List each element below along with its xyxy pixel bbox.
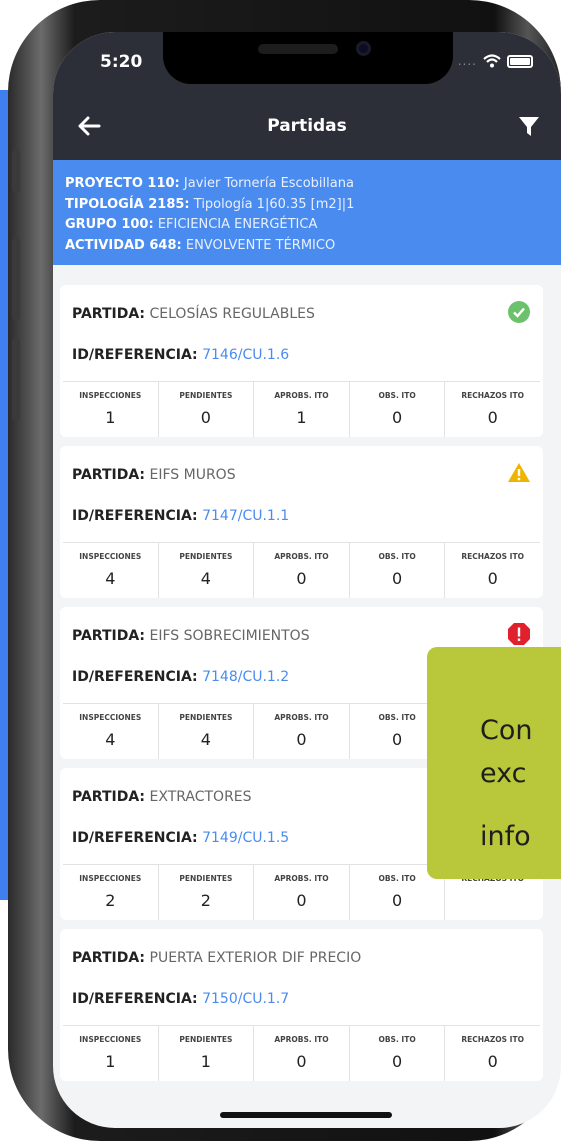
stat-cell: INSPECCIONES 4: [79, 713, 142, 749]
stat-cell: OBS. ITO 0: [348, 543, 445, 598]
home-indicator[interactable]: [220, 1112, 392, 1118]
stat-cell: RECHAZOS ITO 0: [444, 543, 540, 598]
partida-line: PARTIDA: EIFS SOBRECIMIENTOS: [72, 628, 310, 644]
stat-cell: INSPECCIONES 1: [79, 391, 142, 427]
stat-cell: OBS. ITO 0: [348, 382, 445, 437]
partida-line: PARTIDA: EXTRACTORES: [72, 789, 252, 805]
partida-line: PARTIDA: PUERTA EXTERIOR DIF PRECIO: [72, 950, 362, 966]
project-header: PROYECTO 110: Javier Tornería Escobillan…: [53, 160, 561, 265]
stat-cell: PENDIENTES 1: [157, 1026, 254, 1081]
camera: [356, 41, 371, 56]
stats-row: INSPECCIONES 4 PENDIENTES 4 APROBS. ITO 0 O…: [63, 542, 540, 598]
reference-line: ID/REFERENCIA: 7150/CU.1.7: [72, 991, 290, 1007]
wifi-icon: [483, 54, 501, 68]
callout-line: exc: [480, 758, 527, 789]
callout-line: info: [480, 821, 531, 852]
partida-card[interactable]: PARTIDA: PUERTA EXTERIOR DIF PRECIO ID/R…: [60, 929, 543, 1081]
reference-line: ID/REFERENCIA: 7148/CU.1.2: [72, 669, 290, 685]
stat-cell: APROBS. ITO 0: [253, 543, 349, 598]
mute-switch: [12, 150, 20, 192]
notch: [163, 32, 453, 84]
partida-card[interactable]: PARTIDA: CELOSÍAS REGULABLES ID/REFERENC…: [60, 285, 543, 437]
stat-cell: PENDIENTES 4: [157, 704, 254, 759]
reference-line: ID/REFERENCIA: 7146/CU.1.6: [72, 347, 290, 363]
stat-cell: APROBS. ITO 0: [253, 865, 349, 920]
status-bar: 5:20 ....: [53, 32, 561, 94]
stat-cell: APROBS. ITO 0: [253, 704, 349, 759]
stats-row: INSPECCIONES 1 PENDIENTES 0 APROBS. ITO 1 O…: [63, 381, 540, 437]
stats-row: INSPECCIONES 1 PENDIENTES 1 APROBS. ITO 0 O…: [63, 1025, 540, 1081]
volume-down-button: [12, 338, 20, 420]
partida-card[interactable]: PARTIDA: EIFS MUROS ID/REFERENCIA: 7147/…: [60, 446, 543, 598]
stat-cell: INSPECCIONES 1: [79, 1035, 142, 1071]
ok-check-icon: [508, 301, 530, 323]
activity-row: ACTIVIDAD 648: ENVOLVENTE TÉRMICO: [65, 237, 336, 253]
volume-up-button: [12, 238, 20, 320]
reference-line: ID/REFERENCIA: 7147/CU.1.1: [72, 508, 290, 524]
signal-icon: ....: [457, 54, 477, 68]
partida-line: PARTIDA: EIFS MUROS: [72, 467, 236, 483]
status-icons: ....: [458, 54, 533, 68]
stat-cell: RECHAZOS ITO 0: [444, 382, 540, 437]
group-row: GRUPO 100: EFICIENCIA ENERGÉTICA: [65, 217, 318, 232]
phone-frame: 5:20 .... Partidas PROYECTO 110: Javier …: [8, 0, 561, 1141]
stat-cell: PENDIENTES 2: [157, 865, 254, 920]
reference-line: ID/REFERENCIA: 7149/CU.1.5: [72, 830, 290, 846]
stat-cell: APROBS. ITO 1: [253, 382, 349, 437]
callout-overlay: Con exc info: [427, 647, 561, 879]
stat-cell: RECHAZOS ITO 0: [444, 1026, 540, 1081]
stat-cell: APROBS. ITO 0: [253, 1026, 349, 1081]
stat-cell: INSPECCIONES 2: [79, 874, 142, 910]
stat-cell: INSPECCIONES 4: [79, 552, 142, 588]
speaker: [258, 44, 338, 54]
project-row: PROYECTO 110: Javier Tornería Escobillan…: [65, 176, 354, 191]
typology-row: TIPOLOGÍA 2185: Tipología 1|60.35 [m2]|1: [65, 196, 355, 212]
stat-cell: OBS. ITO 0: [348, 1026, 445, 1081]
warning-icon: [508, 463, 530, 482]
stat-cell: PENDIENTES 0: [157, 382, 254, 437]
status-time: 5:20: [100, 52, 143, 72]
partida-line: PARTIDA: CELOSÍAS REGULABLES: [72, 306, 315, 322]
filter-icon[interactable]: [517, 114, 541, 138]
error-icon: [508, 623, 530, 645]
nav-bar: Partidas: [53, 94, 561, 160]
stat-cell: PENDIENTES 4: [157, 543, 254, 598]
callout-line: Con: [480, 715, 533, 746]
battery-icon: [507, 54, 533, 68]
phone-screen: 5:20 .... Partidas PROYECTO 110: Javier …: [53, 32, 561, 1128]
page-title: Partidas: [267, 116, 347, 136]
